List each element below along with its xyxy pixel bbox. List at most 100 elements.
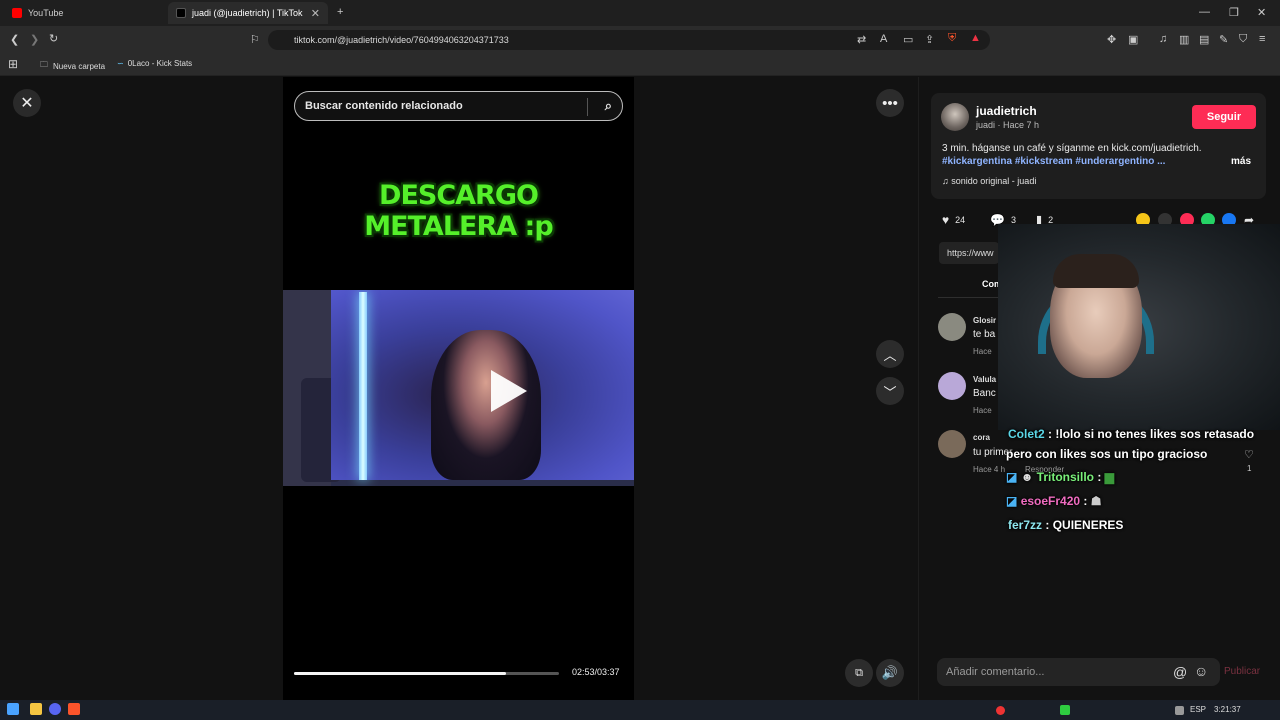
video-progress-bar[interactable] [294,672,559,675]
translate-icon[interactable]: ⇄ [857,33,866,46]
language-icon[interactable]: A [880,33,887,45]
chat-user: Tritonsillo [1036,470,1095,484]
share-icon[interactable]: ⇪ [925,33,934,46]
mention-icon[interactable]: @ [1173,664,1187,680]
avatar[interactable] [938,430,966,458]
play-icon[interactable] [491,370,527,412]
tray-app-icon[interactable] [996,706,1005,715]
neon-light [359,292,367,480]
bookmark-folder[interactable]: 🗀 Nueva carpeta [40,59,105,73]
brave-rewards-icon[interactable]: ▲ [970,32,981,44]
tab-youtube[interactable]: YouTube [4,2,164,24]
related-search-input[interactable]: Buscar contenido relacionado ⌕ [294,91,623,121]
overlay-line-1: DESCARGO [379,180,539,211]
tab-title: juadi (@juadietrich) | TikTok [192,8,303,18]
pip-button[interactable]: ⧉ [845,659,873,687]
bookmark-kick-stats[interactable]: ∽ 0Laco - Kick Stats [117,59,192,68]
close-window-button[interactable]: ✕ [1257,6,1266,19]
leo-icon[interactable]: ✎ [1219,33,1228,46]
emote-icon: ☗ [1090,494,1102,508]
emote-icon: ☻ [1020,470,1034,484]
youtube-icon [12,8,22,18]
windows-taskbar [0,700,1280,720]
sound-label: sonido original - juadi [951,176,1037,186]
clip-frame [331,290,634,480]
comment-text: Banc [973,388,996,399]
like-stat[interactable]: ♥ 24 [942,213,965,227]
chat-text: : !lolo si no tenes likes sos retasado [1048,427,1255,441]
comment-author[interactable]: Glosir [973,316,996,325]
menu-icon[interactable]: ≡ [1259,33,1265,45]
apps-grid-icon[interactable]: ⊞ [8,57,18,71]
media-icon[interactable]: ♫ [1159,33,1167,45]
overlay-line-2: METALERA :p [364,211,553,242]
forward-icon[interactable]: ❯ [30,33,39,46]
video-time: 02:53/03:37 [572,667,620,677]
copy-link-field[interactable]: https://www [939,242,999,264]
comment-author[interactable]: Valula [973,375,996,384]
author-name[interactable]: juadietrich [976,104,1037,118]
like-count: 24 [955,215,966,225]
volume-button[interactable]: 🔊 [876,659,904,687]
bookmark-icon[interactable]: ⚐ [250,33,260,46]
reload-icon[interactable]: ↻ [49,32,58,45]
language-indicator[interactable]: ESP [1190,705,1206,714]
avatar[interactable] [938,313,966,341]
tiktok-icon [176,8,186,18]
comment-meta: Hace [973,347,992,356]
comment-like-icon[interactable]: ♡ [1244,448,1254,461]
next-video-button[interactable]: ﹀ [876,377,904,405]
file-explorer-icon[interactable] [30,703,42,715]
avatar[interactable] [941,103,969,131]
avatar[interactable] [938,372,966,400]
search-icon[interactable]: ⌕ [605,98,612,114]
sound-link[interactable]: ♫ sonido original - juadi [942,176,1036,186]
follow-button[interactable]: Seguir [1192,105,1256,129]
sidebar-icon[interactable]: ▥ [1179,33,1189,46]
comment-meta: Hace [973,406,992,415]
progress-fill [294,672,506,675]
brave-taskbar-icon[interactable] [68,703,80,715]
more-options-button[interactable]: ••• [876,89,904,117]
close-tab-icon[interactable]: ✕ [311,7,320,20]
previous-video-button[interactable]: ︿ [876,340,904,368]
chat-text: pero con likes sos un tipo gracioso [1006,447,1208,461]
discord-icon[interactable] [49,703,61,715]
brave-shield-icon[interactable]: ⛨ [948,32,956,45]
comment-text: te ba [973,329,996,340]
hashtags[interactable]: #kickargentina #kickstream #underargenti… [942,156,1165,167]
tray-app-icon[interactable] [1060,705,1070,715]
music-note-icon: ♫ [942,176,952,186]
chat-user: esoeFr420 [1020,494,1081,508]
screenshot-icon[interactable]: ▣ [1128,33,1138,46]
publish-button[interactable]: Publicar [1224,666,1260,677]
webcam-overlay [998,224,1280,430]
chat-text: : [1097,470,1102,484]
comment-like-count: 1 [1247,464,1252,473]
search-divider [587,98,588,116]
close-video-button[interactable]: ✕ [13,89,41,117]
emoji-icon[interactable]: ☺ [1194,663,1208,679]
extensions-icon[interactable]: ✥ [1107,33,1116,46]
wallet-icon[interactable]: ▤ [1199,33,1209,46]
bookmark-label: Nueva carpeta [53,61,106,71]
kickstats-icon: ∽ [117,59,124,68]
volume-tray-icon[interactable] [1175,706,1184,715]
badge-icon: ◪ [1006,494,1018,508]
windows-start-icon[interactable] [7,703,19,715]
new-tab-button[interactable]: + [337,6,343,18]
bookmark-label: 0Laco - Kick Stats [127,59,193,68]
chat-message: Colet2 : !lolo si no tenes likes sos ret… [1008,427,1254,441]
chat-user: fer7zz [1008,518,1043,532]
clock[interactable]: 3:21:37 [1214,705,1241,714]
chat-text: : QUIENERES [1045,518,1124,532]
reader-icon[interactable]: ▭ [903,33,913,46]
vpn-icon[interactable]: ⛉ [1239,33,1247,46]
comment-author[interactable]: cora [973,433,990,442]
chat-message: fer7zz : QUIENERES [1008,518,1123,532]
back-icon[interactable]: ❮ [10,33,19,46]
more-link[interactable]: más [1231,156,1251,167]
tab-tiktok[interactable]: juadi (@juadietrich) | TikTok ✕ [168,2,328,24]
restore-button[interactable]: ❐ [1229,6,1239,19]
minimize-button[interactable]: — [1199,6,1210,18]
